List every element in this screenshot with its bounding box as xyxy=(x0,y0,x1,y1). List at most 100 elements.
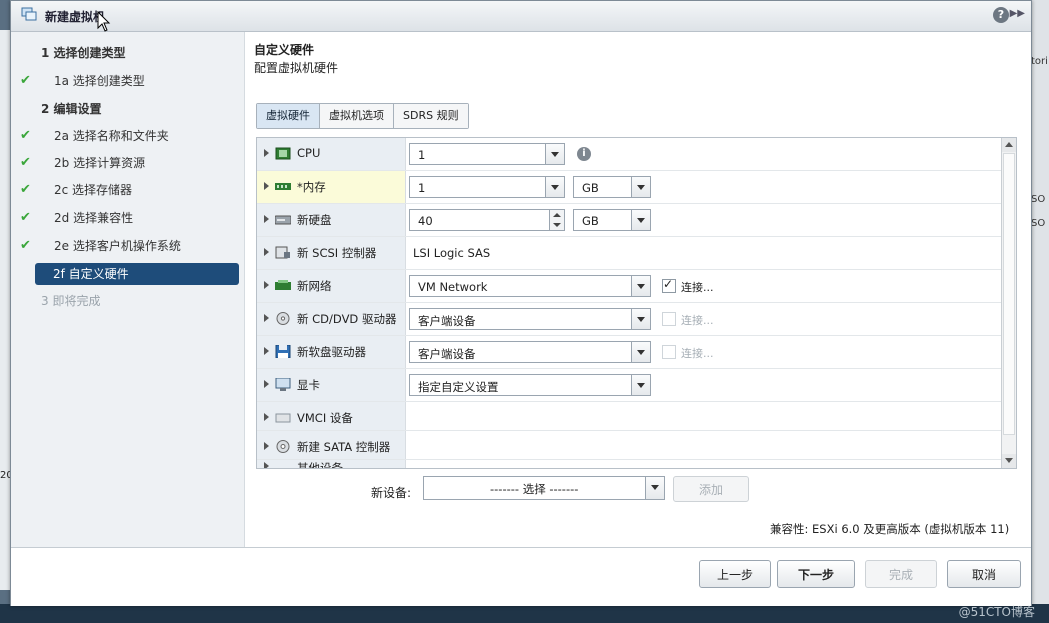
background-taskbar xyxy=(0,604,1049,623)
cpu-count-select[interactable]: 1 xyxy=(409,143,565,165)
row-name-cell[interactable]: VMCI 设备 xyxy=(257,402,406,430)
chevron-down-icon[interactable] xyxy=(631,210,650,230)
step-2b[interactable]: ✔ 2b 选择计算资源 xyxy=(11,152,244,174)
expand-arrow-icon[interactable] xyxy=(264,413,269,421)
help-icon[interactable]: ? xyxy=(993,7,1009,23)
row-name-cell[interactable]: *内存 xyxy=(257,171,406,203)
row-label: 其他设备 xyxy=(297,461,343,469)
chevron-down-icon[interactable] xyxy=(631,177,650,197)
compatibility-text: 兼容性: ESXi 6.0 及更高版本 (虚拟机版本 11) xyxy=(770,522,1010,536)
select-value: GB xyxy=(582,181,599,195)
expand-arrow-icon[interactable] xyxy=(264,462,269,468)
expand-arrow-icon[interactable] xyxy=(264,314,269,322)
memory-icon xyxy=(275,183,291,190)
hard-disk-icon xyxy=(275,215,291,225)
network-select[interactable]: VM Network xyxy=(409,275,651,297)
row-label: 新网络 xyxy=(297,279,332,293)
scsi-controller-type: LSI Logic SAS xyxy=(413,246,491,260)
chevron-down-icon[interactable] xyxy=(631,276,650,296)
cdrom-select[interactable]: 客户端设备 xyxy=(409,308,651,330)
row-name-cell[interactable]: CPU xyxy=(257,138,406,170)
step-2f[interactable]: 2f 自定义硬件 xyxy=(35,263,239,285)
watermark: @51CTO博客 xyxy=(958,605,1035,619)
row-name-cell[interactable]: 新网络 xyxy=(257,270,406,302)
step-2c[interactable]: ✔ 2c 选择存储器 xyxy=(11,179,244,201)
select-value: 1 xyxy=(418,181,426,195)
background-panel-right: tori SO SO xyxy=(1030,0,1049,623)
memory-unit-select[interactable]: GB xyxy=(573,176,651,198)
checkbox-label: 连接... xyxy=(681,281,714,294)
scroll-up-icon[interactable] xyxy=(1002,138,1016,152)
step-2d[interactable]: ✔ 2d 选择兼容性 xyxy=(11,207,244,229)
row-name-cell[interactable]: 新硬盘 xyxy=(257,204,406,236)
hardware-row-vmci: VMCI 设备 xyxy=(257,402,1001,431)
chevron-down-icon[interactable] xyxy=(631,375,650,395)
new-vm-dialog: 新建虚拟机 ? ▶▶ 1 选择创建类型 ✔ 1a 选择创建类型 2 编辑设置 ✔ 2… xyxy=(10,0,1032,606)
row-name-cell[interactable]: 新 CD/DVD 驱动器 xyxy=(257,303,406,335)
row-name-cell[interactable]: 其他设备 xyxy=(257,460,406,469)
row-name-cell[interactable]: 显卡 xyxy=(257,369,406,401)
step-label: 2c 选择存储器 xyxy=(54,183,133,197)
hardware-row-cpu: CPU 1 i xyxy=(257,138,1001,171)
row-name-cell[interactable]: 新 SCSI 控制器 xyxy=(257,237,406,269)
background-text: SO xyxy=(1031,194,1046,205)
expand-arrow-icon[interactable] xyxy=(264,215,269,223)
expand-arrow-icon[interactable] xyxy=(264,149,269,157)
new-device-select[interactable]: ------- 选择 ------- xyxy=(423,476,665,500)
hardware-row-video: 显卡 指定自定义设置 xyxy=(257,369,1001,402)
tab-sdrs-rules[interactable]: SDRS 规则 xyxy=(394,104,468,128)
finish-button[interactable]: 完成 xyxy=(865,560,937,588)
info-icon[interactable]: i xyxy=(577,147,591,161)
step-label: 2d 选择兼容性 xyxy=(54,211,134,225)
step-label: 3 即将完成 xyxy=(41,294,101,308)
step-2e[interactable]: ✔ 2e 选择客户机操作系统 xyxy=(11,235,244,257)
memory-size-select[interactable]: 1 xyxy=(409,176,565,198)
dialog-footer: 上一步 下一步 完成 取消 xyxy=(11,547,1031,606)
chevron-down-icon[interactable] xyxy=(631,309,650,329)
video-select[interactable]: 指定自定义设置 xyxy=(409,374,651,396)
cdrom-connect-checkbox[interactable] xyxy=(662,312,676,326)
row-name-cell[interactable]: 新软盘驱动器 xyxy=(257,336,406,368)
hardware-grid: CPU 1 i *内存 1 GB 新硬盘 40 GB 新 SCSI 控制器 LS… xyxy=(256,137,1017,469)
back-button[interactable]: 上一步 xyxy=(699,560,771,588)
cd-dvd-icon xyxy=(276,312,290,325)
floppy-icon xyxy=(275,345,291,358)
tab-virtual-hardware[interactable]: 虚拟硬件 xyxy=(257,104,320,128)
expand-arrow-icon[interactable] xyxy=(264,380,269,388)
checkbox-label: 连接... xyxy=(681,347,714,360)
tab-vm-options[interactable]: 虚拟机选项 xyxy=(320,104,394,128)
expand-arrow-icon[interactable] xyxy=(264,248,269,256)
expand-arrow-icon[interactable] xyxy=(264,182,269,190)
expand-arrow-icon[interactable] xyxy=(264,442,269,450)
disk-unit-select[interactable]: GB xyxy=(573,209,651,231)
check-icon: ✔ xyxy=(20,73,31,88)
scroll-thumb[interactable] xyxy=(1003,153,1015,435)
next-button[interactable]: 下一步 xyxy=(777,560,855,588)
checkbox-label: 连接... xyxy=(681,314,714,327)
step-1a[interactable]: ✔ 1a 选择创建类型 xyxy=(11,70,244,92)
grid-scrollbar[interactable] xyxy=(1001,138,1016,468)
floppy-select[interactable]: 客户端设备 xyxy=(409,341,651,363)
cancel-button[interactable]: 取消 xyxy=(947,560,1021,588)
disk-size-stepper[interactable]: 40 xyxy=(409,209,565,231)
scroll-down-icon[interactable] xyxy=(1002,454,1016,468)
chevron-down-icon[interactable] xyxy=(645,477,664,499)
expand-arrow-icon[interactable] xyxy=(264,347,269,355)
stepper-down-icon[interactable] xyxy=(549,220,564,230)
row-name-cell[interactable]: 新建 SATA 控制器 xyxy=(257,431,406,459)
add-device-button[interactable]: 添加 xyxy=(673,476,749,502)
chevron-down-icon[interactable] xyxy=(545,177,564,197)
row-label: 新 SCSI 控制器 xyxy=(297,246,377,260)
row-label: 新建 SATA 控制器 xyxy=(297,440,391,454)
chevron-down-icon[interactable] xyxy=(545,144,564,164)
floppy-connect-checkbox[interactable] xyxy=(662,345,676,359)
check-icon: ✔ xyxy=(20,238,31,253)
expand-icon[interactable]: ▶▶ xyxy=(1010,8,1025,19)
row-label: 新软盘驱动器 xyxy=(297,345,366,359)
chevron-down-icon[interactable] xyxy=(631,342,650,362)
expand-arrow-icon[interactable] xyxy=(264,281,269,289)
row-label: VMCI 设备 xyxy=(297,411,353,425)
network-connect-checkbox[interactable] xyxy=(662,277,676,293)
step-2a[interactable]: ✔ 2a 选择名称和文件夹 xyxy=(11,125,244,147)
network-adapter-icon xyxy=(275,280,291,290)
